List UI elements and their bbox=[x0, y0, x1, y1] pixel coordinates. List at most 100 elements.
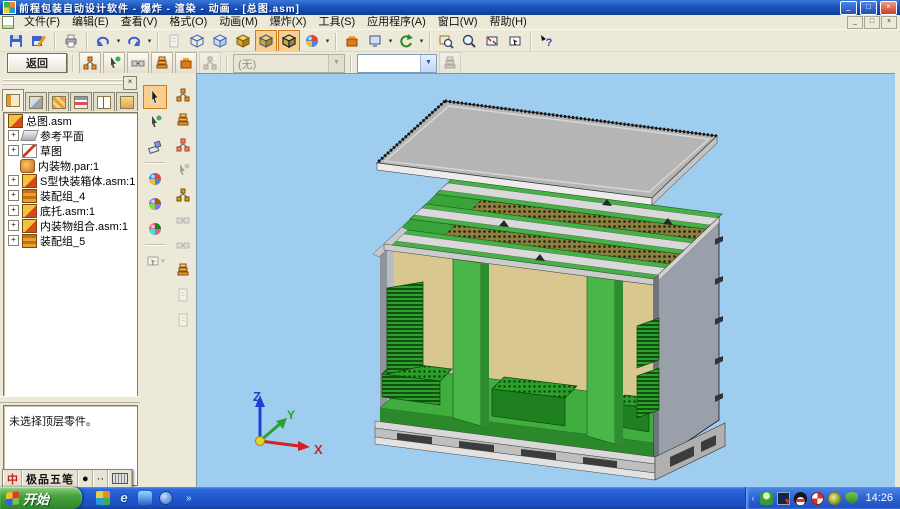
media-app-icon[interactable] bbox=[96, 491, 110, 505]
coin-tray-icon[interactable] bbox=[828, 492, 841, 505]
qq-tray-icon[interactable] bbox=[794, 492, 807, 505]
tab-parts-library[interactable] bbox=[25, 92, 47, 111]
tree-row[interactable]: + 底托.asm:1 bbox=[4, 203, 137, 218]
redo-button[interactable] bbox=[123, 30, 145, 52]
minimize-button[interactable]: _ bbox=[840, 1, 857, 15]
menu-format[interactable]: 格式(O) bbox=[163, 15, 213, 29]
select-options-button[interactable] bbox=[143, 110, 167, 134]
restore-button[interactable]: □ bbox=[860, 1, 877, 15]
tree-label[interactable]: 底托.asm:1 bbox=[40, 203, 95, 219]
panel-grip[interactable]: × bbox=[3, 79, 137, 87]
mdi-restore-button[interactable]: □ bbox=[864, 16, 880, 29]
explode-part-button[interactable] bbox=[171, 133, 195, 157]
explode-options-button[interactable] bbox=[127, 52, 149, 74]
save-button[interactable] bbox=[5, 30, 27, 52]
user-status-tray-icon[interactable] bbox=[760, 492, 773, 505]
menu-file[interactable]: 文件(F) bbox=[18, 15, 66, 29]
zoom-button[interactable] bbox=[458, 30, 480, 52]
mdi-close-button[interactable]: × bbox=[881, 16, 897, 29]
save-as-button[interactable] bbox=[28, 30, 50, 52]
tree-label[interactable]: 内装物.par:1 bbox=[38, 158, 99, 174]
configuration-value[interactable] bbox=[358, 55, 420, 72]
explode-component-button[interactable] bbox=[103, 52, 125, 74]
crate-model-canvas[interactable]: Z Y X bbox=[197, 74, 895, 488]
shade-option-2-button[interactable] bbox=[143, 192, 167, 216]
expand-icon[interactable]: + bbox=[8, 145, 19, 156]
move-exploded-part-button[interactable] bbox=[151, 52, 173, 74]
tree-label[interactable]: 装配组_4 bbox=[40, 188, 85, 204]
network-offline-tray-icon[interactable] bbox=[777, 492, 790, 505]
auto-explode-button[interactable] bbox=[79, 52, 101, 74]
menu-animation[interactable]: 动画(M) bbox=[213, 15, 264, 29]
menu-explode[interactable]: 爆炸(X) bbox=[264, 15, 313, 29]
start-button[interactable]: 开始 bbox=[0, 487, 82, 509]
pinwheel-tray-icon[interactable] bbox=[811, 492, 824, 505]
taskbar-clock[interactable]: 14:26 bbox=[865, 492, 893, 504]
menu-applications[interactable]: 应用程序(A) bbox=[361, 15, 432, 29]
update-view-dropdown-icon[interactable]: ▾ bbox=[418, 37, 425, 45]
shaded-with-edges-view-button[interactable] bbox=[278, 30, 300, 52]
ime-punctuation-toggle[interactable]: ·· bbox=[93, 470, 108, 487]
undo-dropdown-icon[interactable]: ▾ bbox=[115, 37, 122, 45]
tree-row[interactable]: + 装配组_4 bbox=[4, 188, 137, 203]
render-mode-dropdown-icon[interactable]: ▾ bbox=[324, 37, 331, 45]
tree-row[interactable]: + S型快装箱体.asm:1 bbox=[4, 173, 137, 188]
tree-row[interactable]: 内装物.par:1 bbox=[4, 158, 137, 173]
tree-row[interactable]: + 装配组_5 bbox=[4, 233, 137, 248]
shaded-view-button[interactable] bbox=[255, 30, 277, 52]
panel-splitter[interactable] bbox=[0, 396, 140, 403]
tree-label[interactable]: 内装物组合.asm:1 bbox=[40, 218, 128, 234]
collapse-button[interactable] bbox=[175, 52, 197, 74]
expand-icon[interactable]: + bbox=[8, 205, 19, 216]
explode-order-button[interactable] bbox=[171, 258, 195, 282]
shade-option-3-button[interactable] bbox=[143, 217, 167, 241]
configuration-dropdown[interactable]: ▼ bbox=[357, 54, 437, 73]
corrugated-stack[interactable] bbox=[387, 282, 423, 374]
expand-icon[interactable]: + bbox=[8, 220, 19, 231]
render-mode-button[interactable] bbox=[301, 30, 323, 52]
ime-name[interactable]: 极品五笔 bbox=[22, 470, 78, 487]
move-part-button[interactable] bbox=[171, 183, 195, 207]
tree-label[interactable]: 参考平面 bbox=[40, 128, 84, 144]
select-tool-button[interactable] bbox=[143, 85, 167, 109]
fit-view-button[interactable] bbox=[481, 30, 503, 52]
expand-icon[interactable]: + bbox=[8, 190, 19, 201]
redo-dropdown-icon[interactable]: ▾ bbox=[146, 37, 153, 45]
tab-library[interactable] bbox=[116, 92, 138, 111]
tree-label[interactable]: S型快装箱体.asm:1 bbox=[40, 173, 135, 189]
back-button[interactable]: 返回 bbox=[7, 53, 67, 73]
update-view-button[interactable] bbox=[395, 30, 417, 52]
menu-help[interactable]: 帮助(H) bbox=[484, 15, 533, 29]
expand-icon[interactable]: + bbox=[8, 235, 19, 246]
shield-tray-icon[interactable] bbox=[845, 492, 858, 505]
tree-label[interactable]: 总图.asm bbox=[26, 113, 72, 129]
internet-explorer-icon[interactable]: e bbox=[117, 491, 131, 505]
shade-option-1-button[interactable] bbox=[143, 167, 167, 191]
tree-row[interactable]: + 参考平面 bbox=[4, 128, 137, 143]
menu-view[interactable]: 查看(V) bbox=[115, 15, 164, 29]
ime-bar[interactable]: 中 极品五笔 ● ·· bbox=[2, 469, 133, 488]
3d-viewport[interactable]: Z Y X bbox=[196, 73, 895, 488]
ime-keyboard-button[interactable] bbox=[108, 470, 132, 487]
zoom-area-button[interactable] bbox=[435, 30, 457, 52]
tree-label[interactable]: 草图 bbox=[40, 143, 62, 159]
tree-label[interactable]: 装配组_5 bbox=[40, 233, 85, 249]
context-help-button[interactable] bbox=[536, 30, 558, 52]
ime-shape-toggle[interactable]: ● bbox=[78, 470, 93, 487]
document-icon[interactable] bbox=[2, 16, 14, 29]
mdi-minimize-button[interactable]: _ bbox=[847, 16, 863, 29]
tab-pathfinder[interactable] bbox=[2, 89, 24, 111]
solid-view-button[interactable] bbox=[232, 30, 254, 52]
explode-tool-button[interactable] bbox=[341, 30, 363, 52]
previous-view-button[interactable] bbox=[504, 30, 526, 52]
tab-layers[interactable] bbox=[70, 92, 92, 111]
undo-button[interactable] bbox=[92, 30, 114, 52]
overflow-chevron-icon[interactable]: » bbox=[186, 493, 192, 504]
tree-row[interactable]: + 草图 bbox=[4, 143, 137, 158]
chevron-down-icon[interactable]: ▼ bbox=[420, 55, 436, 72]
display-settings-dropdown-icon[interactable]: ▾ bbox=[387, 37, 394, 45]
menu-edit[interactable]: 编辑(E) bbox=[66, 15, 115, 29]
expand-icon[interactable]: + bbox=[8, 175, 19, 186]
tree-row[interactable]: + 内装物组合.asm:1 bbox=[4, 218, 137, 233]
menu-tools[interactable]: 工具(S) bbox=[312, 15, 361, 29]
